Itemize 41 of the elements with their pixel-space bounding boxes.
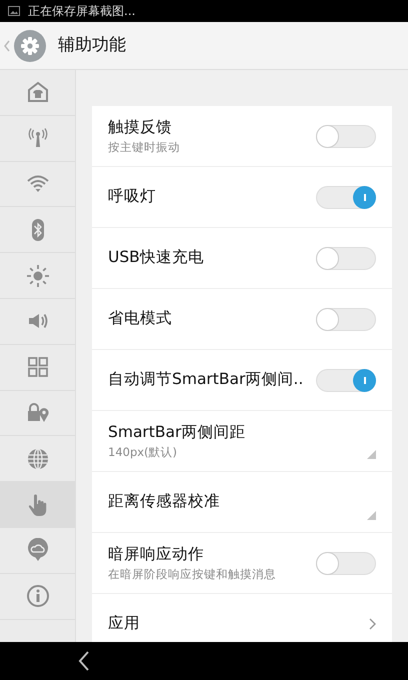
toggle-switch[interactable] — [316, 246, 376, 270]
setting-row[interactable]: 自动调节SmartBar两侧间.. — [92, 350, 392, 411]
picture-icon — [8, 6, 20, 16]
setting-title: 触摸反馈 — [108, 116, 172, 138]
setting-row[interactable]: 暗屏响应动作 在暗屏阶段响应按键和触摸消息 — [92, 533, 392, 594]
brightness-icon — [26, 264, 50, 288]
setting-title: 暗屏响应动作 — [108, 544, 204, 565]
toggle-switch[interactable] — [316, 124, 376, 148]
setting-title: 距离传感器校准 — [108, 491, 220, 512]
grid-icon — [26, 355, 50, 380]
toggle-switch[interactable] — [316, 368, 376, 392]
toggle-switch[interactable] — [316, 552, 376, 574]
globe-icon — [26, 446, 50, 471]
setting-title: 应用 — [108, 613, 140, 634]
info-icon — [26, 584, 50, 608]
page-title: 辅助功能 — [58, 34, 126, 57]
setting-title: USB快速充电 — [108, 247, 204, 268]
setting-title: SmartBar两侧间距 — [108, 422, 246, 443]
cloud-message-icon — [26, 538, 50, 562]
chevron-icon — [369, 618, 376, 630]
setting-row[interactable]: 省电模式 — [92, 289, 392, 350]
home-icon — [26, 80, 50, 104]
setting-row[interactable]: SmartBar两侧间距 140px(默认) — [92, 411, 392, 472]
toggle-switch[interactable] — [316, 186, 376, 208]
setting-title: 自动调节SmartBar两侧间.. — [108, 369, 304, 390]
dropdown-corner-icon — [367, 450, 376, 459]
setting-row[interactable]: 呼吸灯 — [92, 167, 392, 228]
setting-subtitle: 在暗屏阶段响应按键和触摸消息 — [108, 566, 276, 583]
setting-title: 呼吸灯 — [108, 186, 156, 208]
setting-row[interactable]: USB快速充电 — [92, 228, 392, 289]
back-icon[interactable] — [78, 651, 90, 671]
settings-icon — [14, 30, 46, 62]
dropdown-corner-icon — [367, 511, 376, 520]
setting-subtitle: 140px(默认) — [108, 444, 178, 461]
sidebar-item[interactable] — [0, 482, 75, 528]
setting-row[interactable]: 距离传感器校准 — [92, 472, 392, 533]
notification-text: 正在保存屏幕截图... — [28, 3, 136, 20]
setting-title: 省电模式 — [108, 308, 172, 330]
setting-row[interactable]: 触摸反馈 按主键时振动 — [92, 106, 392, 167]
setting-subtitle: 按主键时振动 — [108, 139, 180, 156]
toggle-switch[interactable] — [316, 308, 376, 330]
